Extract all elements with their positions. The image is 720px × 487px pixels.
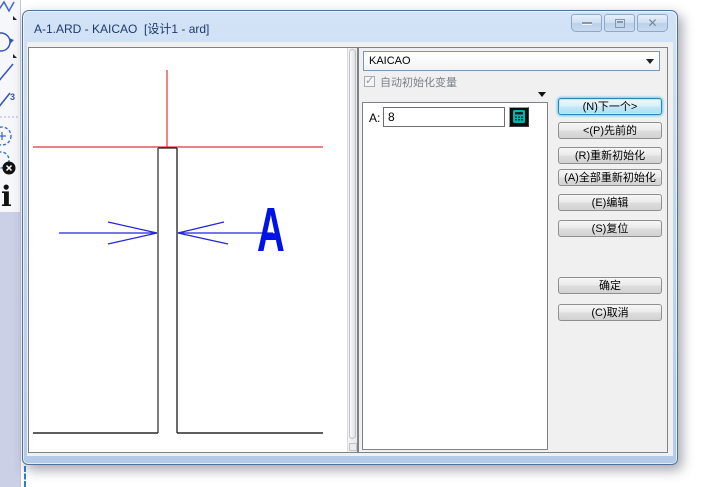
zigzag-tool-icon[interactable]	[0, 2, 14, 11]
caption-buttons: ✕	[571, 14, 668, 32]
variable-a-label: A:	[369, 111, 380, 125]
calculator-icon	[510, 108, 528, 126]
reinitialize-all-button[interactable]: (A)全部重新初始化	[558, 169, 662, 186]
parameters-panel: KAICAO ✓ 自动初始化变量 A:	[358, 47, 668, 453]
variables-listbox: A:	[362, 102, 548, 450]
dialog-client-area: A KAICAO ✓ 自动初始化变量 A:	[27, 42, 673, 456]
minimize-button[interactable]	[571, 14, 602, 32]
calculator-button[interactable]	[509, 107, 529, 127]
previous-button[interactable]: <(P)先前的	[558, 122, 662, 139]
polyline3-tool-icon[interactable]	[0, 93, 10, 108]
dimension-arrows	[59, 222, 273, 244]
minimize-icon	[582, 22, 592, 25]
dimension-label: A	[257, 195, 285, 265]
drawing-canvas: A	[29, 48, 347, 452]
polyline3-badge: 3	[10, 92, 15, 102]
next-button[interactable]: (N)下一个>	[558, 98, 662, 115]
close-icon: ✕	[647, 17, 657, 29]
chevron-down-icon	[646, 59, 654, 64]
maximize-icon	[615, 19, 625, 28]
flyout-corner-icon-2	[13, 54, 17, 58]
reinitialize-button[interactable]: (R)重新初始化	[558, 147, 662, 164]
flyout-corner-icon	[13, 16, 17, 20]
check-icon: ✓	[365, 74, 374, 87]
list-scroll-up-icon[interactable]	[538, 92, 546, 97]
ok-button[interactable]: 确定	[558, 277, 662, 294]
dimension-label-group: A	[257, 195, 285, 265]
circle-arrow-tool-icon[interactable]	[0, 33, 10, 51]
line-tool-icon[interactable]	[0, 64, 13, 82]
info-icon[interactable]: i	[1, 180, 12, 212]
kaicao-dialog-window: A-1.ARD - KAICAO [设计1 - ard] ✕	[22, 10, 678, 465]
scrollbar-thumb[interactable]	[349, 49, 356, 439]
reset-button[interactable]: (S)复位	[558, 220, 662, 237]
macro-select-dropdown[interactable]: KAICAO	[363, 51, 660, 71]
toolbar-lower-panel	[0, 212, 20, 487]
window-title: A-1.ARD - KAICAO [设计1 - ard]	[34, 20, 209, 37]
auto-init-row: ✓ 自动初始化变量	[364, 75, 457, 88]
titlebar: A-1.ARD - KAICAO [设计1 - ard] ✕	[23, 11, 677, 42]
maximize-button[interactable]	[604, 14, 635, 32]
drawing-vertical-scrollbar[interactable]	[347, 48, 357, 452]
app-toolbar-strip: 3 i	[0, 0, 21, 487]
scrollbar-end-button[interactable]	[349, 443, 357, 451]
close-button[interactable]: ✕	[637, 14, 668, 32]
cancel-button[interactable]: (C)取消	[558, 304, 662, 321]
toolbar-icons: 3 i	[0, 0, 22, 212]
auto-init-label: 自动初始化变量	[380, 74, 457, 90]
edit-button[interactable]: (E)编辑	[558, 194, 662, 211]
construction-dashed-line	[24, 466, 26, 487]
auto-init-checkbox[interactable]: ✓	[364, 76, 375, 87]
variable-a-input[interactable]	[383, 107, 505, 127]
macro-select-value: KAICAO	[369, 55, 411, 67]
drawing-preview-panel: A	[28, 47, 358, 453]
